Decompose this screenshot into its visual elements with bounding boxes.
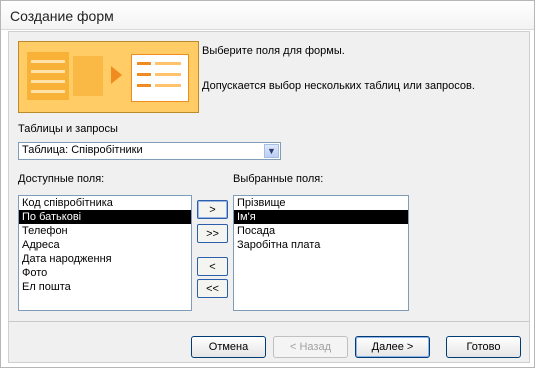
chevron-down-icon[interactable]: ▼ bbox=[264, 144, 279, 158]
available-field-item[interactable]: Код співробітника bbox=[19, 196, 191, 210]
available-field-item[interactable]: Дата народження bbox=[19, 252, 191, 266]
selected-field-item[interactable]: Посада bbox=[234, 224, 408, 238]
add-field-button[interactable]: > bbox=[197, 200, 228, 219]
tables-queries-label: Таблицы и запросы bbox=[18, 123, 118, 135]
selected-fields-list[interactable]: Прізвище Ім'я Посада Заробітна плата bbox=[233, 195, 409, 311]
next-button[interactable]: Далее > bbox=[355, 336, 430, 358]
available-field-item[interactable]: По батькові bbox=[19, 210, 191, 224]
available-field-item[interactable]: Телефон bbox=[19, 224, 191, 238]
cancel-button[interactable]: Отмена bbox=[191, 336, 266, 358]
tables-queries-select[interactable]: Таблица: Співробітники ▼ bbox=[18, 142, 281, 160]
selected-field-item[interactable]: Заробітна плата bbox=[234, 238, 408, 252]
available-field-item[interactable]: Фото bbox=[19, 266, 191, 280]
finish-button[interactable]: Готово bbox=[446, 336, 521, 358]
available-field-item[interactable]: Адреса bbox=[19, 238, 191, 252]
selected-fields-label: Выбранные поля: bbox=[233, 173, 324, 185]
wizard-body: Выберите поля для формы. Допускается выб… bbox=[8, 31, 530, 363]
wizard-illustration-icon bbox=[18, 41, 199, 113]
available-field-item[interactable]: Ел пошта bbox=[19, 280, 191, 294]
available-fields-list[interactable]: Код співробітника По батькові Телефон Адрес… bbox=[18, 195, 192, 311]
instruction-text: Выберите поля для формы. bbox=[202, 45, 345, 57]
title-bar[interactable]: Создание форм bbox=[1, 1, 534, 30]
remove-all-fields-button[interactable]: << bbox=[197, 279, 228, 298]
back-button[interactable]: < Назад bbox=[273, 336, 348, 358]
add-all-fields-button[interactable]: >> bbox=[197, 224, 228, 243]
instruction-subtext: Допускается выбор нескольких таблиц или … bbox=[202, 80, 475, 92]
selected-field-item[interactable]: Прізвище bbox=[234, 196, 408, 210]
window-title: Создание форм bbox=[10, 8, 114, 24]
remove-field-button[interactable]: < bbox=[197, 257, 228, 276]
divider bbox=[9, 321, 529, 322]
selected-field-item[interactable]: Ім'я bbox=[234, 210, 408, 224]
available-fields-label: Доступные поля: bbox=[18, 173, 105, 185]
tables-queries-value: Таблица: Співробітники bbox=[22, 144, 143, 156]
form-wizard-dialog: Создание форм Выберите поля для формы. Д… bbox=[0, 0, 535, 368]
